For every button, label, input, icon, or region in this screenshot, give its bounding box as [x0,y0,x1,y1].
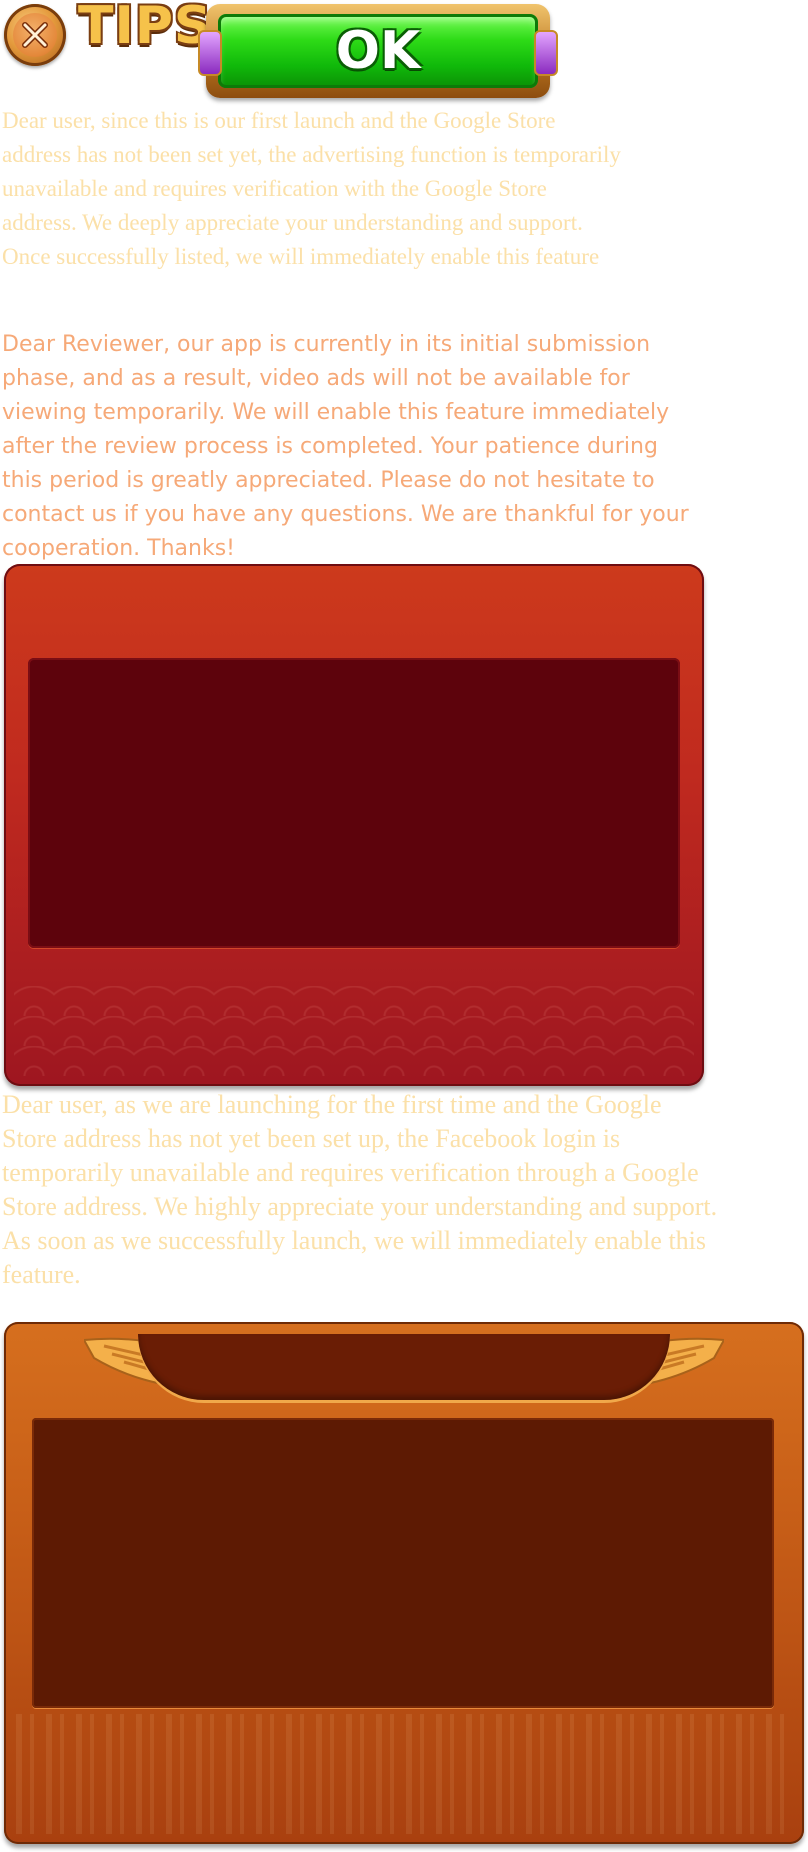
red-panel-content-well [28,658,680,948]
close-x-icon [22,22,48,48]
ok-button-label: OK [335,21,421,81]
red-dialog-panel [4,564,704,1086]
reviewer-notice: Dear Reviewer, our app is currently in i… [2,332,689,561]
orange-panel-content-well [32,1418,774,1708]
panel-header-plate [138,1334,670,1400]
first-launch-ads-notice: Dear user, since this is our first launc… [2,108,621,269]
orange-dialog-panel [4,1322,804,1844]
facebook-login-notice: Dear user, as we are launching for the f… [2,1090,718,1289]
close-button[interactable] [4,4,66,66]
wave-pattern-decoration [14,986,694,1076]
ok-button[interactable]: OK [196,4,560,98]
hieroglyph-pattern-decoration [16,1714,792,1834]
tips-title: TIPS [78,0,213,56]
